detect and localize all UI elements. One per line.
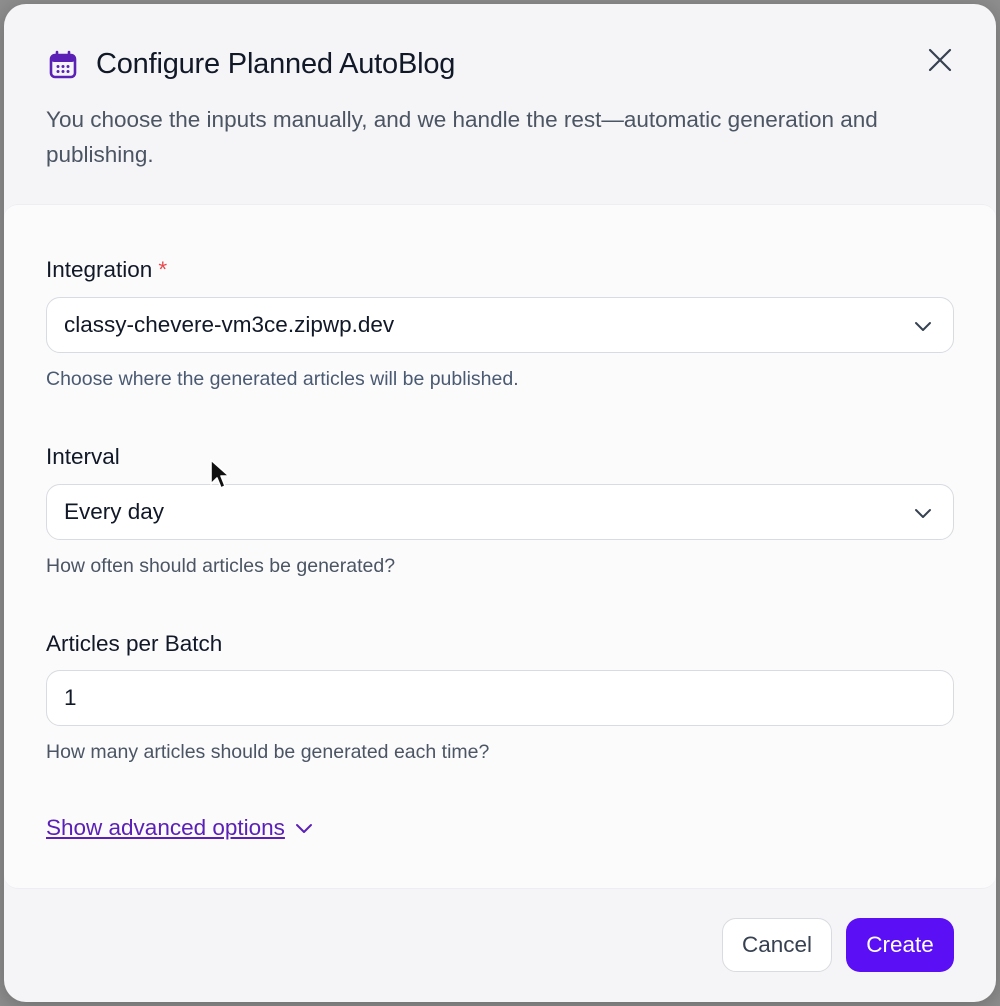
dialog-header: Configure Planned AutoBlog You choose th… (4, 4, 996, 204)
interval-select-value: Every day (64, 499, 165, 524)
articles-per-batch-help: How many articles should be generated ea… (46, 741, 490, 763)
configure-autoblog-dialog: Configure Planned AutoBlog You choose th… (4, 4, 996, 1002)
close-icon (927, 47, 953, 78)
articles-per-batch-label: Articles per Batch (46, 631, 223, 656)
dialog-title: Configure Planned AutoBlog (96, 48, 456, 80)
chevron-down-icon (293, 817, 315, 839)
show-advanced-options-link[interactable]: Show advanced options (46, 815, 315, 841)
cancel-button[interactable]: Cancel (722, 918, 832, 972)
create-button[interactable]: Create (846, 918, 954, 972)
interval-select[interactable]: Every day (46, 484, 954, 540)
articles-per-batch-value: 1 (64, 685, 77, 710)
interval-help: How often should articles be generated? (46, 555, 396, 577)
calendar-icon (48, 50, 78, 80)
interval-label: Interval (46, 444, 120, 469)
form-panel: Integration * classy-chevere-vm3ce.zipwp.… (4, 204, 996, 889)
articles-per-batch-input[interactable]: 1 (46, 670, 954, 726)
chevron-down-icon (913, 316, 933, 336)
integration-help: Choose where the generated articles will… (46, 368, 519, 390)
required-mark: * (158, 257, 168, 282)
chevron-down-icon (913, 503, 933, 523)
integration-label-text: Integration (46, 257, 153, 282)
close-button[interactable] (922, 44, 958, 80)
integration-select-value: classy-chevere-vm3ce.zipwp.dev (64, 312, 395, 337)
show-advanced-options-text: Show advanced options (46, 815, 285, 840)
mouse-pointer-icon (209, 458, 231, 492)
dialog-subtitle: You choose the inputs manually, and we h… (46, 107, 878, 167)
integration-label: Integration * (46, 257, 167, 283)
integration-select[interactable]: classy-chevere-vm3ce.zipwp.dev (46, 297, 954, 353)
dialog-title-row: Configure Planned AutoBlog (48, 48, 455, 81)
